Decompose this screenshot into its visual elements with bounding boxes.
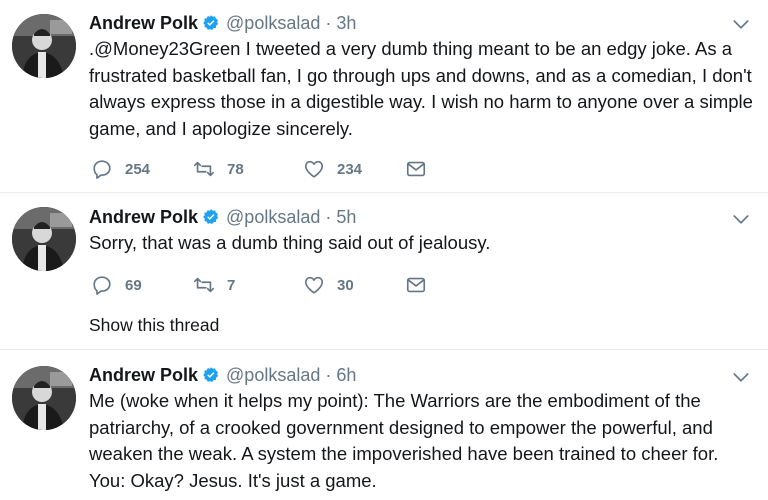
- chevron-down-icon[interactable]: [732, 368, 750, 386]
- reply-icon: [93, 276, 111, 295]
- direct-message-button[interactable]: [405, 272, 439, 298]
- verified-badge-icon: [203, 15, 219, 31]
- retweet-count: 7: [227, 276, 236, 294]
- tweet-header: Andrew Polk @polksalad · 5h: [89, 205, 356, 229]
- tweet-3[interactable]: Andrew Polk @polksalad · 6h Me (woke whe…: [0, 350, 768, 500]
- separator-dot: ·: [325, 12, 332, 33]
- reply-button[interactable]: 254: [91, 156, 150, 182]
- tweet-text: Sorry, that was a dumb thing said out of…: [89, 232, 491, 253]
- envelope-icon: [406, 277, 426, 293]
- avatar[interactable]: [12, 366, 76, 430]
- avatar[interactable]: [12, 14, 76, 78]
- timestamp[interactable]: 3h: [336, 13, 356, 34]
- tweet-header: Andrew Polk @polksalad · 6h: [89, 363, 356, 387]
- timestamp[interactable]: 6h: [336, 365, 356, 386]
- verified-badge-icon: [203, 367, 219, 383]
- avatar[interactable]: [12, 207, 76, 271]
- reply-count: 69: [125, 276, 142, 294]
- envelope-icon: [406, 161, 426, 177]
- avatar-image: [12, 14, 76, 78]
- tweet-text: Me (woke when it helps my point): The Wa…: [89, 390, 719, 491]
- reply-icon: [93, 160, 111, 179]
- tweet-header: Andrew Polk @polksalad · 3h: [89, 11, 356, 35]
- retweet-icon: [194, 161, 214, 177]
- author-name[interactable]: Andrew Polk: [89, 365, 198, 386]
- reply-button[interactable]: 69: [91, 272, 142, 298]
- avatar-image: [12, 207, 76, 271]
- like-count: 30: [337, 276, 354, 294]
- verified-badge-icon: [203, 209, 219, 225]
- tweet-2[interactable]: Andrew Polk @polksalad · 5h Sorry, that …: [0, 193, 768, 349]
- heart-icon: [304, 160, 324, 178]
- chevron-down-icon[interactable]: [732, 15, 750, 33]
- author-handle[interactable]: @polksalad: [226, 13, 320, 34]
- author-handle[interactable]: @polksalad: [226, 207, 320, 228]
- like-count: 234: [337, 160, 363, 178]
- like-button[interactable]: 234: [303, 156, 362, 182]
- retweet-count: 78: [227, 160, 244, 178]
- author-handle[interactable]: @polksalad: [226, 365, 320, 386]
- timestamp[interactable]: 5h: [336, 207, 356, 228]
- author-name[interactable]: Andrew Polk: [89, 207, 198, 228]
- retweet-button[interactable]: 7: [193, 272, 235, 298]
- reply-count: 254: [125, 160, 151, 178]
- retweet-icon: [194, 277, 214, 293]
- retweet-button[interactable]: 78: [193, 156, 244, 182]
- tweet-text: .@Money23Green I tweeted a very dumb thi…: [89, 38, 753, 139]
- show-thread-link[interactable]: Show this thread: [89, 315, 219, 336]
- like-button[interactable]: 30: [303, 272, 354, 298]
- direct-message-button[interactable]: [405, 156, 439, 182]
- heart-icon: [304, 276, 324, 294]
- avatar-image: [12, 366, 76, 430]
- author-name[interactable]: Andrew Polk: [89, 13, 198, 34]
- separator-dot: ·: [325, 206, 332, 227]
- tweet-1[interactable]: Andrew Polk @polksalad · 3h .@Money23Gre…: [0, 0, 768, 192]
- separator-dot: ·: [325, 364, 332, 385]
- chevron-down-icon[interactable]: [732, 210, 750, 228]
